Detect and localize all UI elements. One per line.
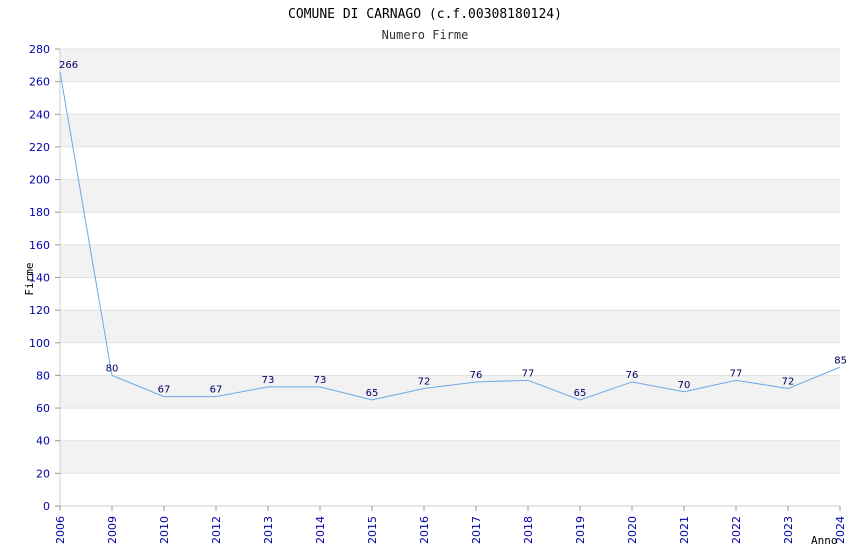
data-label: 266: [59, 60, 78, 71]
grid-band: [60, 114, 840, 147]
grid-band: [60, 440, 840, 474]
grid-band: [60, 310, 840, 343]
y-tick-label: 240: [29, 108, 50, 121]
y-tick-label: 260: [29, 76, 50, 89]
data-label: 85: [834, 355, 847, 366]
x-tick-label: 2014: [314, 516, 327, 544]
chart-title: COMUNE DI CARNAGO (c.f.00308180124): [288, 7, 562, 22]
x-tick-label: 2019: [574, 516, 587, 544]
data-label: 80: [106, 363, 119, 374]
data-label: 67: [158, 385, 171, 396]
y-tick-label: 40: [36, 435, 50, 448]
x-tick-label: 2022: [730, 516, 743, 544]
y-tick-label: 20: [36, 467, 50, 480]
data-label: 70: [678, 380, 691, 391]
y-tick-label: 100: [29, 337, 50, 350]
x-tick-label: 2012: [210, 516, 223, 544]
x-tick-label: 2021: [678, 516, 691, 544]
x-tick-label: 2010: [158, 516, 171, 544]
data-label: 72: [418, 376, 431, 387]
data-label: 65: [366, 388, 379, 399]
grid-band: [60, 179, 840, 213]
data-label: 73: [262, 375, 275, 386]
data-labels: 266 80 67 67 73 73 65 72 76 77 65 76 70 77 72 85: [59, 60, 847, 399]
x-tick-label: 2013: [262, 516, 275, 544]
x-tick-label: 2009: [106, 516, 119, 544]
y-tick-label: 180: [29, 206, 50, 219]
data-label: 77: [522, 368, 535, 379]
y-tick-label: 160: [29, 239, 50, 252]
x-axis-ticks: 2006 2009 2010 2012 2013 2014 2015 2016 2017 2018…: [54, 506, 847, 544]
x-tick-label: 2020: [626, 516, 639, 544]
data-label: 77: [730, 368, 743, 379]
x-tick-label: 2006: [54, 516, 67, 544]
y-tick-label: 80: [36, 369, 50, 382]
x-tick-label: 2016: [418, 516, 431, 544]
y-tick-label: 200: [29, 174, 50, 187]
data-label: 76: [470, 370, 483, 381]
data-label: 65: [574, 388, 587, 399]
data-label: 73: [314, 375, 327, 386]
data-label: 72: [782, 376, 795, 387]
grid-band: [60, 49, 840, 82]
y-tick-label: 60: [36, 402, 50, 415]
x-tick-label: 2023: [782, 516, 795, 544]
x-tick-label: 2015: [366, 516, 379, 544]
x-tick-label: 2017: [470, 516, 483, 544]
line-chart: COMUNE DI CARNAGO (c.f.00308180124) Nume…: [23, 7, 847, 547]
chart-subtitle: Numero Firme: [382, 28, 469, 42]
data-label: 67: [210, 385, 223, 396]
y-tick-label: 120: [29, 304, 50, 317]
y-tick-label: 220: [29, 141, 50, 154]
grid-bands: [60, 49, 840, 474]
x-tick-label: 2018: [522, 516, 535, 544]
y-tick-label: 0: [43, 500, 50, 513]
grid-band: [60, 244, 840, 278]
data-label: 76: [626, 370, 639, 381]
grid-band: [60, 375, 840, 409]
y-axis-title: Firme: [23, 262, 36, 295]
x-axis-title: Anno: [811, 534, 838, 547]
y-tick-label: 280: [29, 43, 50, 56]
